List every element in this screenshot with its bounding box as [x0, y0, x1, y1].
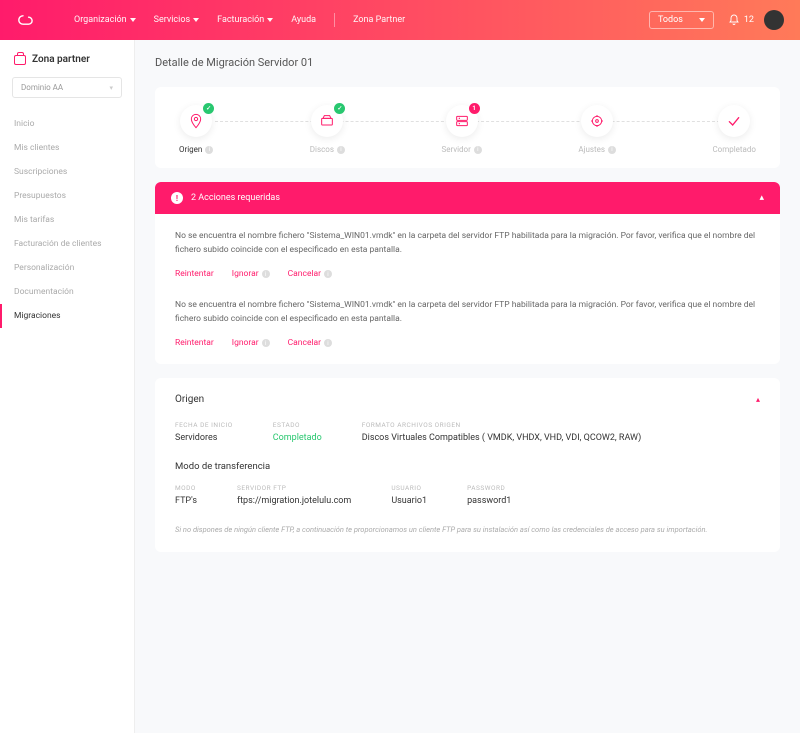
collapse-toggle[interactable]: ▴	[759, 193, 764, 203]
subheading: Modo de transferencia	[175, 461, 760, 472]
detail-label: USUARIO	[391, 484, 427, 492]
detail-label: SERVIDOR FTP	[237, 484, 351, 492]
disk-icon	[319, 113, 335, 129]
chevron-down-icon	[699, 18, 705, 22]
sidebar-item-facturacion[interactable]: Facturación de clientes	[0, 232, 134, 256]
step-discos[interactable]: ✓ Discosi	[310, 105, 345, 154]
avatar[interactable]	[764, 10, 784, 30]
sidebar: Zona partner Dominio AA ▾ Inicio Mis cli…	[0, 40, 135, 733]
origin-panel: Origen ▴ FECHA DE INICIO Servidores ESTA…	[155, 378, 780, 551]
divider	[334, 13, 335, 27]
alert-message: No se encuentra el nombre fichero "Siste…	[175, 299, 760, 326]
nav-servicios[interactable]: Servicios	[154, 15, 199, 25]
info-icon: i	[324, 339, 332, 347]
detail-value: Servidores	[175, 433, 233, 443]
nav-zona-partner[interactable]: Zona Partner	[353, 15, 405, 25]
bell-icon	[728, 14, 740, 26]
sidebar-item-tarifas[interactable]: Mis tarifas	[0, 208, 134, 232]
detail-label: FECHA DE INICIO	[175, 421, 233, 429]
sidebar-item-documentacion[interactable]: Documentación	[0, 280, 134, 304]
domain-select[interactable]: Dominio AA ▾	[12, 77, 122, 98]
ignore-button[interactable]: Ignorari	[232, 338, 270, 348]
sidebar-item-inicio[interactable]: Inicio	[0, 112, 134, 136]
sidebar-item-presupuestos[interactable]: Presupuestos	[0, 184, 134, 208]
detail-label: PASSWORD	[467, 484, 511, 492]
collapse-toggle[interactable]: ▴	[756, 395, 760, 404]
pin-icon	[188, 113, 204, 129]
info-icon: i	[324, 270, 332, 278]
info-icon: i	[337, 146, 345, 154]
retry-button[interactable]: Reintentar	[175, 269, 214, 279]
info-icon: i	[608, 146, 616, 154]
detail-value: FTP's	[175, 496, 197, 506]
info-icon: i	[205, 146, 213, 154]
nav-facturacion[interactable]: Facturación	[217, 15, 273, 25]
panel-title: Origen	[175, 394, 204, 405]
detail-value: Usuario1	[391, 496, 427, 506]
step-origen[interactable]: ✓ Origeni	[179, 105, 213, 154]
sidebar-item-clientes[interactable]: Mis clientes	[0, 136, 134, 160]
detail-label: ESTADO	[273, 421, 322, 429]
stepper: ✓ Origeni ✓ Discosi 1 Servido	[155, 87, 780, 168]
chevron-down-icon	[193, 18, 199, 22]
retry-button[interactable]: Reintentar	[175, 338, 214, 348]
sidebar-item-suscripciones[interactable]: Suscripciones	[0, 160, 134, 184]
detail-value: Completado	[273, 433, 322, 443]
footnote: Si no dispones de ningún cliente FTP, a …	[175, 524, 760, 535]
briefcase-icon	[14, 55, 26, 65]
ignore-button[interactable]: Ignorari	[232, 269, 270, 279]
alert-message: No se encuentra el nombre fichero "Siste…	[175, 230, 760, 257]
check-icon: ✓	[334, 103, 345, 114]
logo[interactable]	[16, 11, 44, 29]
sidebar-title: Zona partner	[0, 54, 134, 77]
chevron-down-icon	[130, 18, 136, 22]
server-icon	[454, 113, 470, 129]
alert-panel: ! 2 Acciones requeridas ▴ No se encuentr…	[155, 182, 780, 364]
filter-dropdown[interactable]: Todos	[649, 11, 714, 29]
step-ajustes[interactable]: Ajustesi	[578, 105, 616, 154]
cancel-button[interactable]: Cancelari	[288, 338, 332, 348]
detail-value: ftps://migration.jotelulu.com	[237, 496, 351, 506]
check-icon	[726, 113, 742, 129]
warning-icon: !	[171, 192, 183, 204]
chevron-down-icon	[267, 18, 273, 22]
sidebar-item-personalizacion[interactable]: Personalización	[0, 256, 134, 280]
main-content: Detalle de Migración Servidor 01 ✓ Orige…	[135, 40, 800, 733]
notifications-button[interactable]: 12	[728, 14, 754, 26]
detail-label: MODO	[175, 484, 197, 492]
check-icon: ✓	[203, 103, 214, 114]
notif-count: 12	[744, 15, 754, 25]
nav-ayuda[interactable]: Ayuda	[291, 15, 316, 25]
sidebar-item-migraciones[interactable]: Migraciones	[0, 304, 134, 328]
detail-label: FORMATO ARCHIVOS ORIGEN	[362, 421, 642, 429]
detail-value: Discos Virtuales Compatibles ( VMDK, VHD…	[362, 433, 642, 443]
info-icon: i	[262, 270, 270, 278]
error-badge: 1	[469, 103, 480, 114]
settings-icon	[589, 113, 605, 129]
step-completado[interactable]: Completado	[712, 105, 756, 154]
info-icon: i	[474, 146, 482, 154]
cancel-button[interactable]: Cancelari	[288, 269, 332, 279]
detail-value: password1	[467, 496, 511, 506]
info-icon: i	[262, 339, 270, 347]
step-servidor[interactable]: 1 Servidori	[441, 105, 481, 154]
page-title: Detalle de Migración Servidor 01	[155, 56, 780, 69]
nav-organizacion[interactable]: Organización	[74, 15, 136, 25]
alert-header: ! 2 Acciones requeridas ▴	[155, 182, 780, 214]
top-header: Organización Servicios Facturación Ayuda…	[0, 0, 800, 40]
